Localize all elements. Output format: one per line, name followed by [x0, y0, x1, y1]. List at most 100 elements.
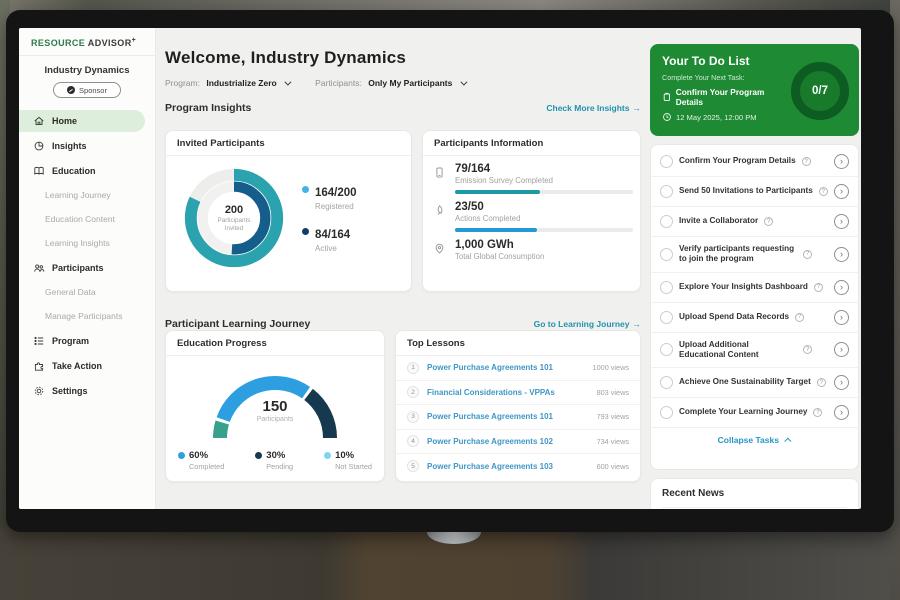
chevron-right-icon[interactable]: ›: [834, 310, 849, 325]
info-icon[interactable]: ?: [803, 250, 812, 259]
task-checkbox[interactable]: [660, 248, 673, 261]
task-checkbox[interactable]: [660, 311, 673, 324]
participants-filter-label: Participants:: [315, 78, 362, 88]
task-row[interactable]: Verify participants requesting to join t…: [651, 237, 858, 273]
gauge-center-label: Participants: [200, 416, 350, 423]
logo-advisor: ADVISOR: [88, 38, 132, 48]
go-to-learning-journey-link[interactable]: Go to Learning Journey→: [534, 319, 641, 329]
chevron-right-icon[interactable]: ›: [834, 247, 849, 262]
lesson-views: 803: [597, 388, 609, 397]
book-icon: [33, 165, 45, 177]
task-label: Explore Your Insights Dashboard: [679, 282, 808, 292]
info-icon[interactable]: ?: [803, 345, 812, 354]
sidebar-item-label: Manage Participants: [45, 311, 123, 321]
chevron-down-icon: [460, 79, 467, 86]
lesson-link[interactable]: Power Purchase Agreements 102: [427, 437, 587, 446]
todo-panel: Your To Do List Complete Your Next Task:…: [650, 28, 859, 509]
active-value: 84/164: [315, 229, 350, 241]
task-row[interactable]: Send 50 Invitations to Participants ? ›: [651, 177, 858, 207]
sidebar-item-label: Insights: [52, 141, 87, 151]
sidebar-item-education[interactable]: Education: [19, 160, 155, 182]
info-icon[interactable]: ?: [795, 313, 804, 322]
lesson-row[interactable]: 2 Financial Considerations - VPPAs 803vi…: [396, 381, 640, 406]
lesson-rank: 1: [407, 362, 419, 374]
task-checkbox[interactable]: [660, 343, 673, 356]
sidebar-item-education-content[interactable]: Education Content: [19, 209, 155, 230]
check-more-insights-link[interactable]: Check More Insights→: [546, 103, 641, 113]
invited-donut-chart: 200 Participants Invited: [180, 164, 288, 272]
sidebar-item-settings[interactable]: Settings: [19, 380, 155, 402]
participants-filter[interactable]: Participants: Only My Participants: [315, 78, 465, 88]
people-icon: [33, 262, 45, 274]
chevron-right-icon[interactable]: ›: [834, 154, 849, 169]
task-checkbox[interactable]: [660, 406, 673, 419]
sidebar-item-participants[interactable]: Participants: [19, 257, 155, 279]
sidebar-item-home[interactable]: Home: [19, 110, 145, 132]
collapse-label: Collapse Tasks: [718, 435, 779, 445]
task-checkbox[interactable]: [660, 281, 673, 294]
sidebar-item-label: Learning Journey: [45, 190, 111, 200]
lesson-link[interactable]: Power Purchase Agreements 103: [427, 462, 587, 471]
program-filter[interactable]: Program: Industrialize Zero: [165, 78, 289, 88]
lesson-row[interactable]: 5 Power Purchase Agreements 103 600views: [396, 454, 640, 479]
chevron-right-icon[interactable]: ›: [834, 375, 849, 390]
task-label: Achieve One Sustainability Target: [679, 377, 811, 387]
task-label: Upload Additional Educational Content: [679, 340, 797, 361]
task-row[interactable]: Achieve One Sustainability Target ? ›: [651, 368, 858, 398]
sidebar-item-learning-insights[interactable]: Learning Insights: [19, 233, 155, 254]
collapse-tasks-link[interactable]: Collapse Tasks: [651, 428, 858, 449]
lesson-row[interactable]: 3 Power Purchase Agreements 101 793views: [396, 405, 640, 430]
info-icon[interactable]: ?: [817, 378, 826, 387]
sidebar-item-general-data[interactable]: General Data: [19, 282, 155, 303]
sidebar-item-label: Participants: [52, 263, 104, 273]
chevron-right-icon[interactable]: ›: [834, 280, 849, 295]
sidebar-item-insights[interactable]: Insights: [19, 135, 155, 157]
page-title: Welcome, Industry Dynamics: [165, 48, 641, 68]
task-checkbox[interactable]: [660, 215, 673, 228]
lesson-row[interactable]: 1 Power Purchase Agreements 101 1000view…: [396, 356, 640, 381]
gauge-center-value: 150: [200, 398, 350, 415]
home-icon: [33, 115, 45, 127]
task-row[interactable]: Invite a Collaborator ? ›: [651, 207, 858, 237]
info-icon[interactable]: ?: [814, 283, 823, 292]
info-icon[interactable]: ?: [813, 408, 822, 417]
chevron-right-icon[interactable]: ›: [834, 184, 849, 199]
sidebar-item-take-action[interactable]: Take Action: [19, 355, 155, 377]
task-row[interactable]: Complete Your Learning Journey ? ›: [651, 398, 858, 428]
task-row[interactable]: Upload Additional Educational Content ? …: [651, 333, 858, 369]
lesson-row[interactable]: 4 Power Purchase Agreements 102 734views: [396, 430, 640, 455]
todo-next-task: Confirm Your Program Details: [676, 87, 791, 107]
info-icon[interactable]: ?: [802, 157, 811, 166]
invited-participants-card: Invited Participants 200 Partic: [165, 130, 412, 292]
donut-legend: 164/200 Registered 84/164 Active: [302, 183, 357, 253]
education-gauge-chart: 150 Participants: [200, 360, 350, 444]
progress-bar: [455, 190, 633, 194]
lesson-link[interactable]: Power Purchase Agreements 101: [427, 363, 583, 372]
chevron-right-icon[interactable]: ›: [834, 405, 849, 420]
monitor-bezel: RESOURCE ADVISOR+ Industry Dynamics Spon…: [6, 10, 894, 532]
sponsor-label: Sponsor: [79, 86, 107, 95]
legend-label: Not Started: [335, 462, 372, 471]
task-row[interactable]: Upload Spend Data Records ? ›: [651, 303, 858, 333]
chevron-right-icon[interactable]: ›: [834, 342, 849, 357]
chevron-right-icon[interactable]: ›: [834, 214, 849, 229]
task-row[interactable]: Confirm Your Program Details ? ›: [651, 147, 858, 177]
lesson-link[interactable]: Power Purchase Agreements 101: [427, 412, 587, 421]
task-checkbox[interactable]: [660, 185, 673, 198]
task-checkbox[interactable]: [660, 155, 673, 168]
task-label: Upload Spend Data Records: [679, 312, 789, 322]
lesson-link[interactable]: Financial Considerations - VPPAs: [427, 388, 587, 397]
sponsor-badge[interactable]: Sponsor: [53, 82, 121, 98]
info-icon[interactable]: ?: [819, 187, 828, 196]
task-row[interactable]: Explore Your Insights Dashboard ? ›: [651, 273, 858, 303]
sidebar-item-manage-participants[interactable]: Manage Participants: [19, 306, 155, 327]
info-icon[interactable]: ?: [764, 217, 773, 226]
task-label: Confirm Your Program Details: [679, 156, 796, 166]
task-checkbox[interactable]: [660, 376, 673, 389]
sidebar-item-program[interactable]: Program: [19, 330, 155, 352]
puzzle-icon: [33, 360, 45, 372]
sidebar-item-label: Education: [52, 166, 96, 176]
sidebar-item-learning-journey[interactable]: Learning Journey: [19, 185, 155, 206]
dashboard-screen: RESOURCE ADVISOR+ Industry Dynamics Spon…: [19, 28, 861, 509]
registered-label: Registered: [315, 202, 357, 211]
